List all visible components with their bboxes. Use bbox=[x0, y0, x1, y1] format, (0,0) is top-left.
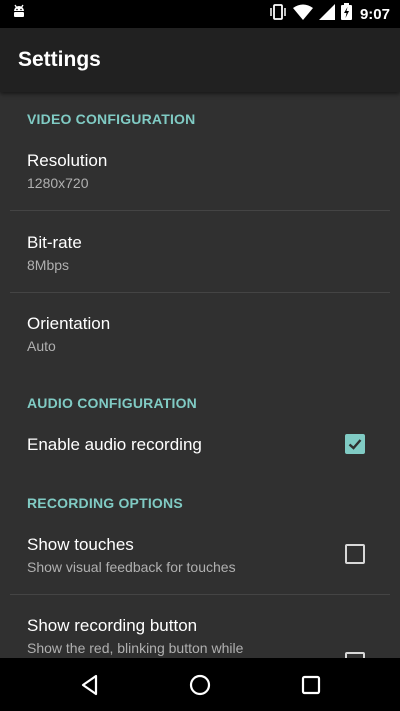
pref-show-touches-title: Show touches bbox=[27, 535, 134, 554]
status-bar: 9:07 bbox=[0, 0, 400, 28]
pref-orientation-summary: Auto bbox=[27, 338, 56, 354]
settings-list[interactable]: VIDEO CONFIGURATION Resolution 1280x720 … bbox=[0, 92, 400, 658]
divider bbox=[10, 210, 390, 211]
app-bar: Settings bbox=[0, 28, 400, 92]
checkmark-icon bbox=[348, 439, 362, 450]
status-time: 9:07 bbox=[359, 5, 390, 23]
divider bbox=[10, 594, 390, 595]
status-icons: 9:07 bbox=[269, 3, 390, 25]
page-title: Settings bbox=[18, 48, 101, 71]
divider bbox=[10, 292, 390, 293]
pref-resolution-title: Resolution bbox=[27, 151, 108, 170]
show-touches-checkbox[interactable] bbox=[345, 544, 365, 564]
back-icon[interactable] bbox=[77, 672, 103, 698]
pref-bitrate-title: Bit-rate bbox=[27, 233, 82, 252]
pref-show-button-title: Show recording button bbox=[27, 616, 198, 635]
section-header-audio: AUDIO CONFIGURATION bbox=[27, 395, 197, 411]
android-debug-icon bbox=[12, 4, 26, 25]
pref-bitrate-summary: 8Mbps bbox=[27, 257, 70, 273]
section-header-video: VIDEO CONFIGURATION bbox=[27, 111, 196, 127]
pref-orientation-title: Orientation bbox=[27, 314, 111, 333]
enable-audio-checkbox[interactable] bbox=[345, 434, 365, 454]
wifi-icon bbox=[292, 4, 313, 25]
navigation-bar bbox=[0, 658, 400, 711]
pref-show-touches-summary: Show visual feedback for touches bbox=[27, 559, 236, 575]
pref-resolution-summary: 1280x720 bbox=[27, 175, 89, 191]
home-icon[interactable] bbox=[187, 672, 213, 698]
battery-charging-icon bbox=[340, 3, 352, 25]
cell-signal-icon bbox=[318, 3, 335, 25]
vibrate-icon bbox=[269, 3, 287, 25]
section-header-recording: RECORDING OPTIONS bbox=[27, 495, 183, 511]
pref-enable-audio-title: Enable audio recording bbox=[27, 435, 202, 454]
pref-show-button-summary: Show the red, blinking button while bbox=[27, 640, 244, 656]
recents-icon[interactable] bbox=[298, 672, 324, 698]
